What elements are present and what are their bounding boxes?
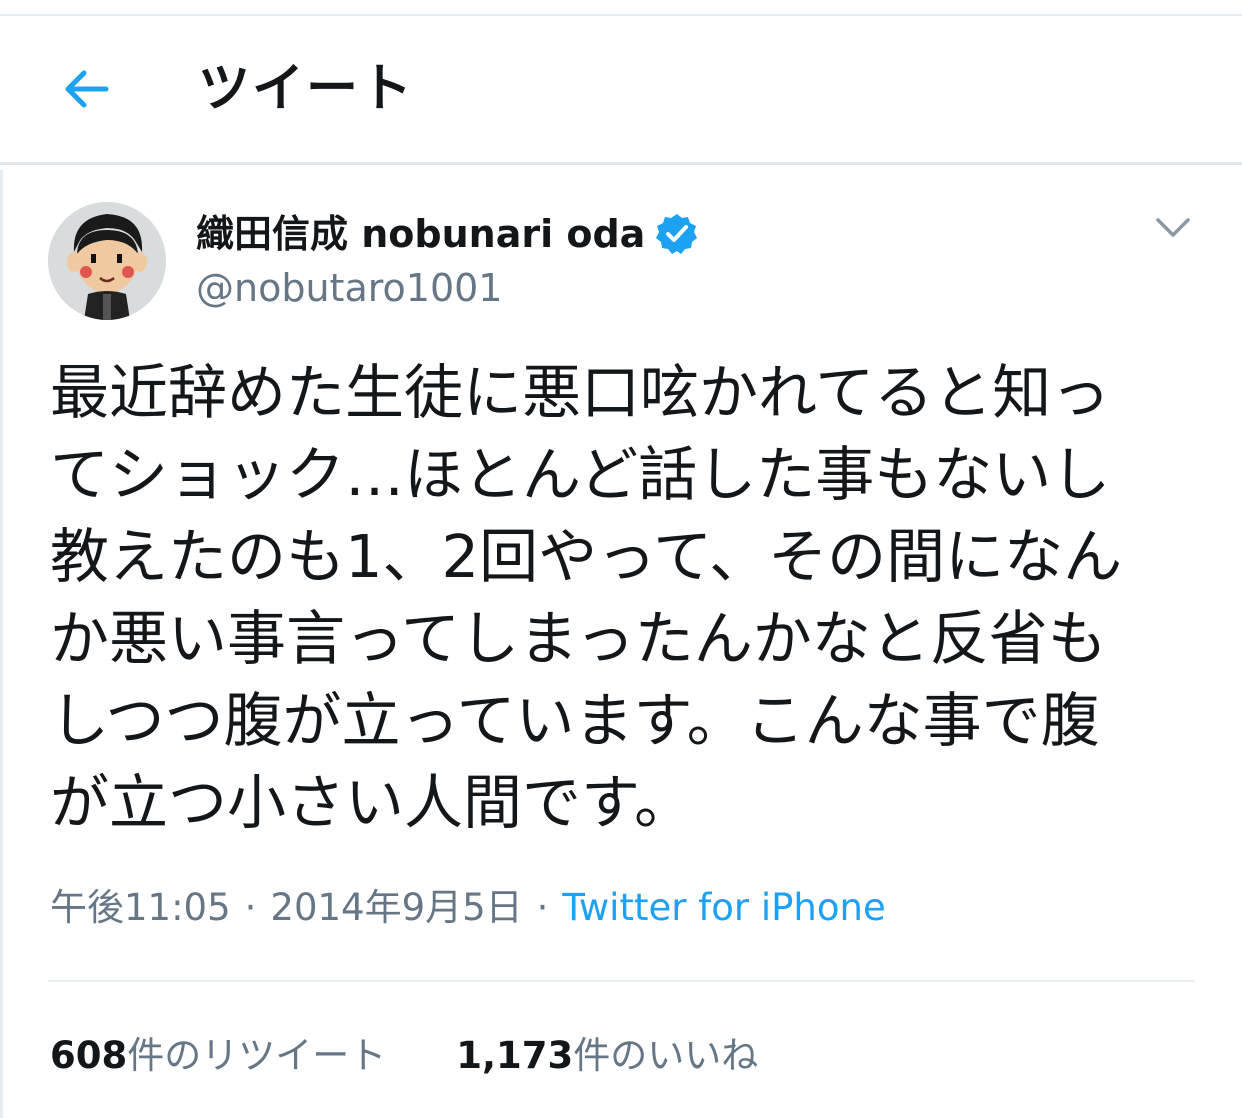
verified-badge-icon <box>656 214 698 254</box>
tweet-text-line: か悪い事言ってしまったんかなと反省も <box>50 604 1107 673</box>
retweet-count-link[interactable]: 608件のリツイート <box>50 1028 386 1084</box>
tweet-text-line: てショック…ほとんど話した事もないし <box>50 440 1111 509</box>
chevron-down-icon <box>1156 218 1190 237</box>
tweet-time: 午後11:05 <box>50 886 231 929</box>
author-display-name[interactable]: 織田信成 nobunari oda <box>196 206 645 262</box>
retweet-count: 608 <box>50 1034 128 1077</box>
like-count-link[interactable]: 1,173件のいいね <box>456 1028 758 1084</box>
arrow-left-icon <box>65 70 109 108</box>
left-border <box>0 170 3 1118</box>
tweet-date: 2014年9月5日 <box>270 886 523 929</box>
meta-separator: · <box>536 886 549 929</box>
tweet-text-line: 最近辞めた生徒に悪口呟かれてると知っ <box>50 358 1111 427</box>
back-button[interactable] <box>56 66 116 112</box>
tweet-text: 最近辞めた生徒に悪口呟かれてると知っ てショック…ほとんど話した事もないし 教え… <box>50 352 1200 844</box>
author-handle[interactable]: @nobutaro1001 <box>196 262 502 314</box>
meta-separator: · <box>244 886 257 929</box>
tweet-menu-button[interactable] <box>1148 210 1198 246</box>
tweet-text-line: 教えたのも1、2回やって、その間になん <box>50 522 1123 591</box>
author-name-row[interactable]: 織田信成 nobunari oda <box>196 206 699 262</box>
tweet-meta: 午後11:05 · 2014年9月5日 · Twitter for iPhone <box>50 880 886 936</box>
divider <box>48 980 1194 982</box>
avatar-image <box>48 202 166 320</box>
like-label: 件のいいね <box>573 1034 759 1077</box>
retweet-label: 件のリツイート <box>127 1034 387 1077</box>
tweet-source-link[interactable]: Twitter for iPhone <box>562 886 885 929</box>
tweet-text-line: が立つ小さい人間です。 <box>50 768 694 837</box>
tweet-stats: 608件のリツイート 1,173件のいいね <box>50 1028 758 1084</box>
like-count: 1,173 <box>456 1034 574 1077</box>
tweet-text-line: しつつ腹が立っています。こんな事で腹 <box>50 686 1100 755</box>
avatar[interactable] <box>48 202 166 320</box>
page-title: ツイート <box>198 59 415 119</box>
header-bar: ツイート <box>0 16 1242 165</box>
